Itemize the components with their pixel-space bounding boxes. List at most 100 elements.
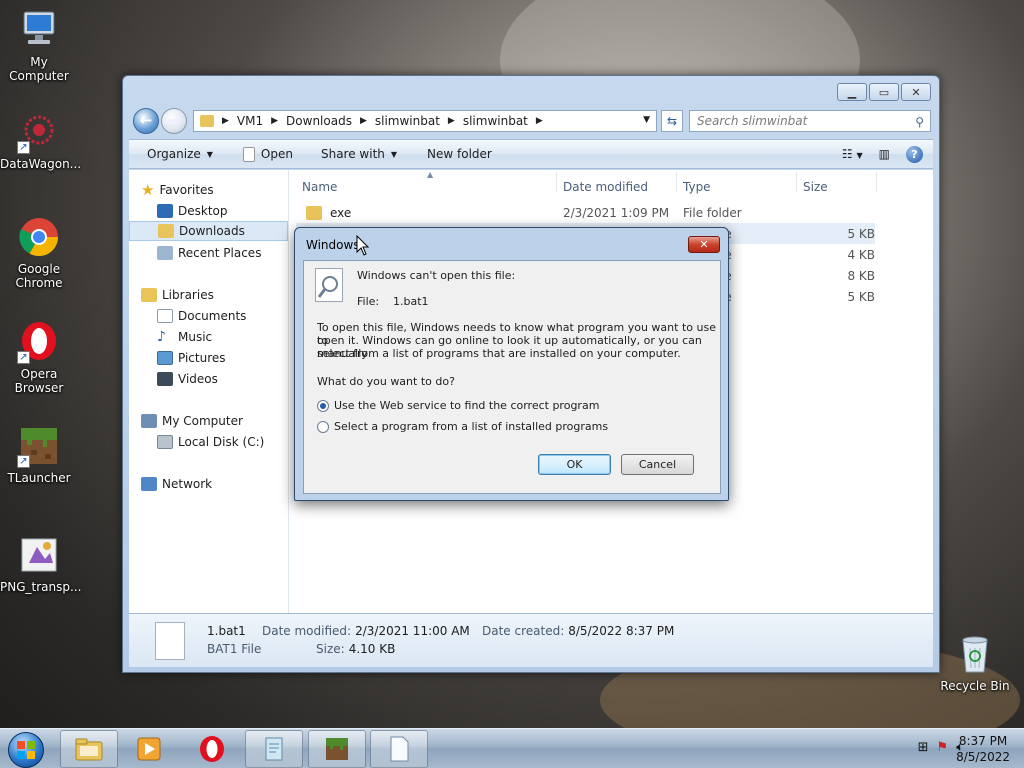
option-installed-programs[interactable]: Select a program from a list of installe… <box>317 420 608 433</box>
dialog-close-button[interactable]: ✕ <box>688 236 720 253</box>
nav-label: Local Disk (C:) <box>178 435 265 449</box>
chevron-down-icon: ▼ <box>390 149 398 159</box>
desktop-icon-google-chrome[interactable]: Google Chrome <box>0 215 78 290</box>
close-button[interactable]: ✕ <box>901 83 931 101</box>
organize-label: Organize <box>147 147 201 161</box>
taskbar-opera-button[interactable] <box>183 730 241 768</box>
option-web-service[interactable]: Use the Web service to find the correct … <box>317 399 599 412</box>
open-label: Open <box>260 147 293 161</box>
search-icon[interactable]: ⚲ <box>915 112 924 132</box>
file-size: 5 KB <box>847 226 875 241</box>
folder-icon <box>200 115 214 127</box>
nav-label: Libraries <box>162 288 214 302</box>
action-center-flag-icon[interactable]: ⚑ <box>937 740 949 755</box>
clock-time: 8:37 PM <box>958 734 1008 748</box>
address-bar[interactable]: ▶ VM1 ▶ Downloads ▶ slimwinbat ▶ slimwin… <box>193 110 657 132</box>
dialog-file-name: 1.bat1 <box>393 295 429 308</box>
column-header-type[interactable]: Type <box>683 180 711 194</box>
network-status-icon[interactable]: ⊞ <box>918 740 929 755</box>
cancel-button[interactable]: Cancel <box>621 454 694 475</box>
pictures-icon <box>157 351 173 365</box>
nav-my-computer[interactable]: My Computer <box>141 411 243 431</box>
address-dropdown-icon[interactable]: ▼ <box>643 115 650 125</box>
column-header-size[interactable]: Size <box>803 180 828 194</box>
taskbar: ⊞ ⚑ 🔈︎ 8:37 PM 8/5/2022 <box>0 728 1024 768</box>
taskbar-file-button[interactable] <box>370 730 428 768</box>
libraries-icon <box>141 288 157 302</box>
breadcrumb-slimwinbat[interactable]: slimwinbat <box>375 114 440 128</box>
taskbar-clock[interactable]: 8:37 PM 8/5/2022 <box>956 733 1010 765</box>
nav-videos[interactable]: Videos <box>157 369 218 389</box>
nav-recent-places[interactable]: Recent Places <box>157 243 261 263</box>
desktop-icon-label: DataWagon... <box>0 157 82 171</box>
desktop-icon-opera-browser[interactable]: ↗ Opera Browser <box>0 320 78 395</box>
start-button[interactable] <box>8 732 44 768</box>
nav-local-disk[interactable]: Local Disk (C:) <box>157 432 264 452</box>
help-icon[interactable]: ? <box>906 145 923 163</box>
forward-button[interactable]: → <box>161 108 187 134</box>
breadcrumb-slimwinbat-current[interactable]: slimwinbat <box>463 114 528 128</box>
breadcrumb-vm1[interactable]: VM1 <box>237 114 263 128</box>
nav-documents[interactable]: Documents <box>157 306 246 326</box>
nav-favorites[interactable]: ★ Favorites <box>141 180 214 200</box>
window-caption-buttons: ▁ ▭ ✕ <box>837 83 931 101</box>
share-with-button[interactable]: Share with ▼ <box>321 147 397 161</box>
nav-desktop[interactable]: Desktop <box>157 201 228 221</box>
refresh-button[interactable]: ⇆ <box>661 110 683 132</box>
nav-libraries[interactable]: Libraries <box>141 285 214 305</box>
nav-label: My Computer <box>162 414 243 428</box>
file-row-exe[interactable]: exe 2/3/2021 1:09 PM File folder <box>296 202 875 223</box>
clock-date: 8/5/2022 <box>956 750 1010 764</box>
ok-button[interactable]: OK <box>538 454 611 475</box>
desktop-icon-label: PNG_transp... <box>0 580 82 594</box>
taskbar-explorer-button[interactable] <box>60 730 118 768</box>
recycle-bin-icon <box>953 632 997 676</box>
png-image-icon <box>17 533 61 577</box>
sort-indicator-icon: ▲ <box>427 170 434 179</box>
organize-button[interactable]: Organize ▼ <box>147 147 213 161</box>
column-header-name[interactable]: Name <box>302 180 337 194</box>
opera-icon <box>200 736 224 762</box>
radio-button[interactable] <box>317 420 329 433</box>
desktop-icon-my-computer[interactable]: My Computer <box>0 8 78 83</box>
search-input[interactable]: Search slimwinbat ⚲ <box>689 110 931 132</box>
taskbar-media-player-button[interactable] <box>120 730 178 768</box>
nav-pictures[interactable]: Pictures <box>157 348 226 368</box>
details-file-type: BAT1 File <box>207 642 262 656</box>
radio-button-selected[interactable] <box>317 399 329 412</box>
desktop-icon-png-transparent[interactable]: PNG_transp... <box>0 533 82 594</box>
network-icon <box>141 477 157 491</box>
back-button[interactable]: ← <box>133 108 159 134</box>
desktop-icon-tlauncher[interactable]: ↗ TLauncher <box>0 424 78 485</box>
desktop-icon-datawagon[interactable]: ↗ DataWagon... <box>0 110 82 171</box>
view-options-icon[interactable]: ☷ ▼ <box>842 147 863 161</box>
hard-disk-icon <box>157 435 173 449</box>
nav-music[interactable]: ♪ Music <box>157 327 212 347</box>
nav-network[interactable]: Network <box>141 474 212 494</box>
preview-pane-icon[interactable]: ▥ <box>879 147 890 161</box>
taskbar-tlauncher-button[interactable] <box>308 730 366 768</box>
option-label: Select a program from a list of installe… <box>334 420 609 433</box>
command-toolbar: Organize ▼ Open Share with ▼ New folder … <box>129 139 933 169</box>
details-file-name: 1.bat1 <box>207 624 246 638</box>
open-button[interactable]: Open <box>242 146 293 162</box>
taskbar-notepad-button[interactable] <box>245 730 303 768</box>
chevron-down-icon: ▼ <box>206 149 213 159</box>
column-divider <box>876 172 877 192</box>
file-large-icon <box>155 622 185 660</box>
details-size-value: 4.10 KB <box>348 642 396 656</box>
maximize-button[interactable]: ▭ <box>869 83 899 101</box>
breadcrumb-separator: ▶ <box>359 116 367 126</box>
column-header-date-modified[interactable]: Date modified <box>563 180 648 194</box>
nav-downloads[interactable]: Downloads <box>129 221 288 241</box>
desktop-icon-recycle-bin[interactable]: Recycle Bin <box>936 632 1014 693</box>
details-date-modified-label: Date modified: <box>262 624 352 638</box>
nav-label: Music <box>178 330 213 344</box>
breadcrumb-downloads[interactable]: Downloads <box>286 114 352 128</box>
file-size: 5 KB <box>847 289 875 304</box>
minimize-button[interactable]: ▁ <box>837 83 867 101</box>
file-date: 2/3/2021 1:09 PM <box>563 205 670 220</box>
opera-icon: ↗ <box>17 320 61 364</box>
new-folder-button[interactable]: New folder <box>427 147 492 161</box>
close-icon: ✕ <box>911 85 921 99</box>
